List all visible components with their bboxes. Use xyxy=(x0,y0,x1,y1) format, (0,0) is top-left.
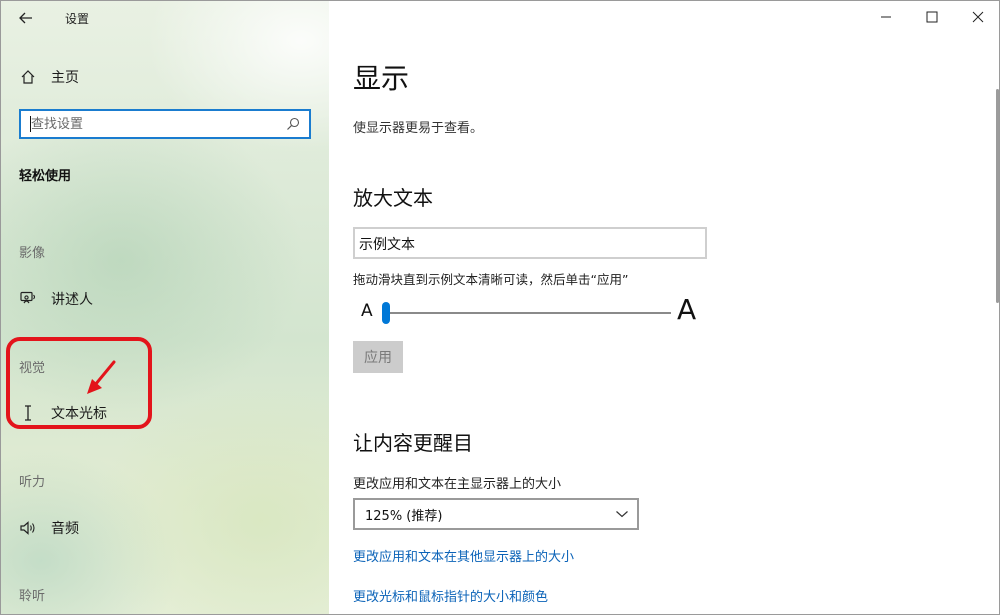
section-title: 轻松使用 xyxy=(19,169,72,184)
speaker-icon xyxy=(19,519,37,537)
annotation-arrow-icon xyxy=(87,360,116,394)
page-description: 使显示器更易于查看。 xyxy=(353,121,484,136)
sidebar-item-home[interactable]: 主页 xyxy=(19,67,79,87)
search-icon[interactable] xyxy=(283,114,303,134)
back-button[interactable] xyxy=(11,5,41,31)
chevron-down-icon xyxy=(616,511,628,518)
scale-dropdown[interactable]: 125% (推荐) xyxy=(353,498,639,530)
text-caret xyxy=(30,116,31,132)
emphasis-heading: 让内容更醒目 xyxy=(353,431,473,455)
link-other-displays[interactable]: 更改应用和文本在其他显示器上的大小 xyxy=(353,546,574,565)
sidebar-item-label: 主页 xyxy=(51,70,79,86)
close-button[interactable] xyxy=(955,1,999,33)
narrator-icon xyxy=(19,290,37,308)
back-arrow-icon xyxy=(19,12,32,24)
slider-instruction: 拖动滑块直到示例文本清晰可读，然后单击“应用” xyxy=(353,272,629,287)
home-icon xyxy=(19,68,37,86)
sidebar-item-audio[interactable]: 音频 xyxy=(19,518,79,538)
search-box[interactable] xyxy=(19,109,311,139)
scale-dropdown-value: 125% (推荐) xyxy=(365,508,443,524)
search-input[interactable] xyxy=(21,110,283,138)
sidebar-item-label: 讲述人 xyxy=(51,292,93,308)
scale-label: 更改应用和文本在主显示器上的大小 xyxy=(353,477,562,492)
text-size-slider-track[interactable] xyxy=(385,312,671,314)
settings-window: 设置 主页 轻松使用 影像 xyxy=(0,0,1000,615)
maximize-button[interactable] xyxy=(909,1,955,33)
minimize-icon xyxy=(881,16,891,18)
scrollbar[interactable] xyxy=(996,89,999,303)
highlight-annotation-box xyxy=(6,337,152,429)
text-size-slider-thumb[interactable] xyxy=(382,302,390,324)
maximize-icon xyxy=(926,11,938,23)
sidebar-item-narrator[interactable]: 讲述人 xyxy=(19,289,93,309)
window-controls xyxy=(863,1,999,33)
enlarge-text-heading: 放大文本 xyxy=(353,186,433,210)
minimize-button[interactable] xyxy=(863,1,909,33)
group-label-hearing: 听力 xyxy=(19,475,46,490)
apply-button[interactable]: 应用 xyxy=(353,341,403,373)
sidebar-item-label: 音频 xyxy=(51,521,79,537)
slider-max-label: A xyxy=(677,293,697,326)
slider-min-label: A xyxy=(361,301,373,321)
group-label-listening: 聆听 xyxy=(19,589,46,604)
close-icon xyxy=(972,11,984,23)
app-title: 设置 xyxy=(65,12,90,26)
sidebar: 设置 主页 轻松使用 影像 xyxy=(1,1,329,614)
page-title: 显示 xyxy=(353,62,410,95)
sample-text-box: 示例文本 xyxy=(353,227,707,259)
link-cursor-pointer-size[interactable]: 更改光标和鼠标指针的大小和颜色 xyxy=(353,586,548,605)
main-content: 显示 使显示器更易于查看。 放大文本 示例文本 拖动滑块直到示例文本清晰可读，然… xyxy=(329,1,999,614)
group-label-imaging: 影像 xyxy=(19,246,46,261)
